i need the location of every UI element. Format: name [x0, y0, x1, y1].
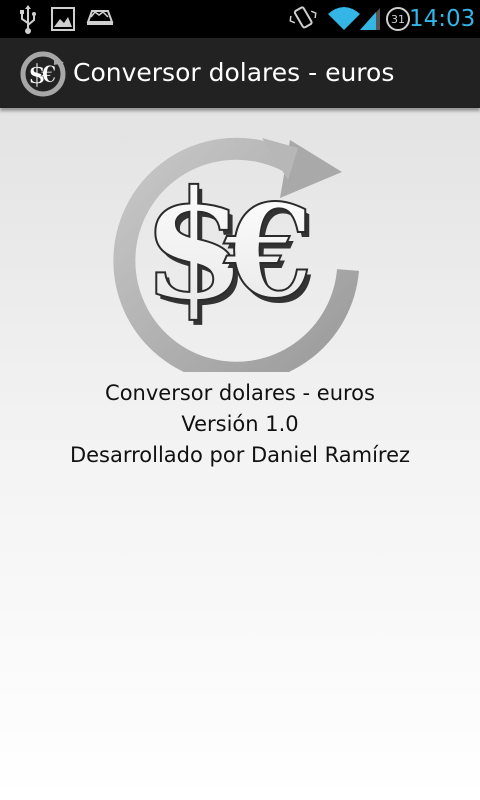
- author-label: Desarrollado por Daniel Ramírez: [69, 443, 411, 467]
- svg-text:€: €: [40, 62, 56, 88]
- status-bar-left-icons: [20, 5, 114, 34]
- calendar-day: 31: [391, 13, 405, 26]
- vibrate-icon: [289, 6, 317, 29]
- version-label: Versión 1.0: [181, 412, 299, 436]
- app-title: Conversor dolares - euros: [73, 58, 395, 87]
- app-name-label: Conversor dolares - euros: [105, 381, 375, 405]
- about-screen: $ $ € € Conversor dolares - euros Versió…: [0, 108, 480, 800]
- about-info: Conversor dolares - euros Versión 1.0 De…: [0, 378, 480, 471]
- dollar-euro-logo: $ $ € €: [113, 137, 359, 372]
- calendar-icon: 31: [386, 7, 410, 31]
- action-bar: $ € Conversor dolares - euros: [0, 38, 480, 108]
- notification-icon: [86, 10, 114, 25]
- gallery-icon: [51, 7, 75, 31]
- status-bar: 31 14:03: [0, 0, 480, 38]
- euro-sign-icon: € €: [222, 176, 317, 332]
- svg-text:€: €: [223, 177, 313, 327]
- signal-icon: [360, 8, 380, 30]
- dollar-euro-app-icon[interactable]: $ €: [20, 51, 66, 97]
- status-clock: 14:03: [409, 6, 476, 32]
- usb-icon: [20, 5, 36, 34]
- wifi-icon: [328, 7, 360, 30]
